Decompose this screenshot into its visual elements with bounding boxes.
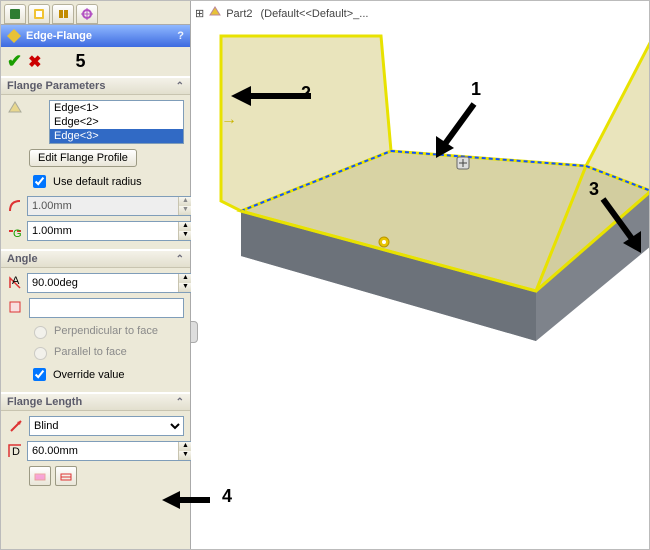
bend-radius-field: ▲▼: [27, 196, 193, 216]
section-header-length[interactable]: Flange Length ⌃: [1, 393, 190, 411]
section-angle: Angle ⌃ A ▲▼ Perpendicular to face: [1, 249, 190, 392]
length-inner-toggle[interactable]: [55, 466, 77, 486]
pm-tabs: [1, 1, 190, 25]
svg-text:G: G: [13, 228, 22, 239]
cancel-button[interactable]: ✖: [28, 52, 41, 72]
edge-select-icon: [7, 100, 23, 144]
annotation-1: 1: [471, 79, 481, 100]
annotation-2: 2: [301, 83, 311, 104]
length-dim-icon: D: [7, 442, 23, 460]
collapse-icon: ⌃: [176, 397, 184, 408]
edge-flange-icon: [7, 29, 21, 43]
tab-feature-tree[interactable]: [4, 4, 26, 24]
perpendicular-radio: Perpendicular to face: [29, 323, 184, 339]
flange-length-field[interactable]: ▲▼: [27, 441, 193, 461]
property-manager-panel: Edge-Flange ? ✔ ✖ 5 Flange Parameters ⌃ …: [1, 1, 191, 549]
override-value-checkbox[interactable]: Override value: [29, 365, 184, 384]
tab-property-manager[interactable]: [28, 4, 50, 24]
ok-button[interactable]: ✔: [7, 51, 22, 72]
model-render: [191, 1, 649, 541]
face-select-icon: [7, 299, 25, 317]
svg-text:D: D: [12, 446, 20, 458]
edge-listbox[interactable]: Edge<1> Edge<2> Edge<3>: [49, 100, 184, 144]
gap-field[interactable]: ▲▼: [27, 221, 193, 241]
tab-dimxpert[interactable]: [76, 4, 98, 24]
collapse-icon: ⌃: [176, 254, 184, 265]
length-outer-toggle[interactable]: [29, 466, 51, 486]
section-header-angle[interactable]: Angle ⌃: [1, 250, 190, 268]
bend-radius-icon: [7, 197, 23, 215]
pm-titlebar: Edge-Flange ?: [1, 25, 190, 47]
angle-field[interactable]: ▲▼: [27, 273, 193, 293]
section-flange-length: Flange Length ⌃ Blind D ▲▼: [1, 392, 190, 494]
parallel-radio: Parallel to face: [29, 344, 184, 360]
svg-text:A: A: [12, 275, 20, 287]
annotation-5: 5: [76, 51, 86, 72]
angle-ref-field[interactable]: [29, 298, 184, 318]
help-icon[interactable]: ?: [177, 30, 184, 42]
edge-item[interactable]: Edge<3>: [50, 129, 183, 143]
length-type-select[interactable]: Blind: [29, 416, 184, 436]
end-condition-icon: [7, 417, 25, 435]
ok-cancel-row: ✔ ✖ 5: [1, 47, 190, 76]
length-direction-icon: →: [221, 111, 237, 129]
edit-flange-profile-button[interactable]: Edit Flange Profile: [29, 149, 137, 167]
section-flange-parameters: Flange Parameters ⌃ Edge<1> Edge<2> Edge…: [1, 76, 190, 249]
tab-configuration[interactable]: [52, 4, 74, 24]
gap-icon: G: [7, 222, 23, 240]
annotation-4: 4: [222, 486, 232, 507]
edge-item[interactable]: Edge<1>: [50, 101, 183, 115]
angle-icon: A: [7, 274, 23, 292]
annotation-3: 3: [589, 179, 599, 200]
section-header-params[interactable]: Flange Parameters ⌃: [1, 77, 190, 95]
graphics-viewport[interactable]: ⊞ Part2 (Default<<Default>_... → 2 1: [191, 1, 649, 549]
use-default-radius-checkbox[interactable]: Use default radius: [29, 172, 184, 191]
collapse-icon: ⌃: [176, 81, 184, 92]
dim-handle-icon[interactable]: [456, 156, 470, 170]
origin-marker-icon: [377, 235, 391, 249]
edge-item[interactable]: Edge<2>: [50, 115, 183, 129]
pm-title: Edge-Flange: [26, 30, 92, 42]
